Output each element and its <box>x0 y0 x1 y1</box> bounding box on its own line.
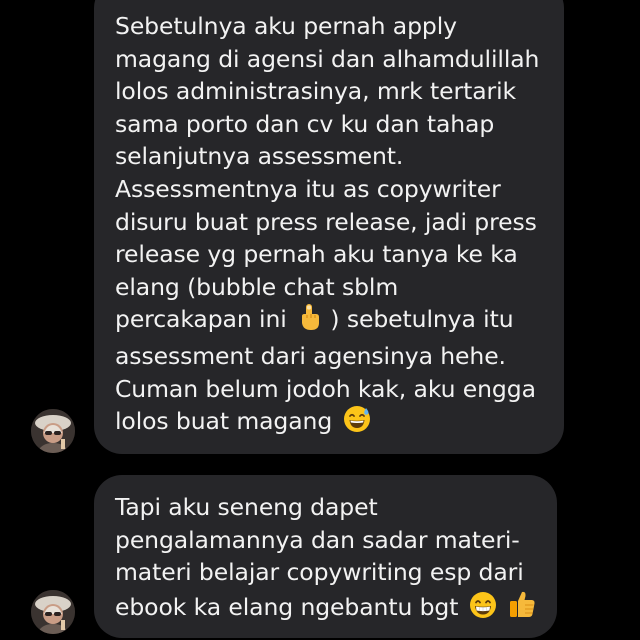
message-line: Sebetulnya aku pernah apply <box>115 12 457 40</box>
message-line: materi belajar copywriting esp dari <box>115 558 524 587</box>
pointing-up-hand-emoji <box>297 303 323 340</box>
chat-thread: Sebetulnya aku pernah apply magang di ag… <box>0 0 640 640</box>
message-line: selanjutnya assessment. <box>115 142 404 171</box>
message-line: Cuman belum jodoh kak, aku engga <box>115 374 536 403</box>
message-text: percakapan ini <box>115 305 287 334</box>
thumbs-up-emoji <box>507 589 537 628</box>
message-text: ebook ka elang ngebantu bgt <box>115 592 459 621</box>
avatar[interactable] <box>31 590 75 634</box>
beaming-grin-emoji <box>469 591 497 628</box>
message-line: disuru buat press release, jadi press <box>115 207 537 236</box>
grinning-sweat-emoji <box>343 405 371 442</box>
message-line: ebook ka elang ngebantu bgt <box>115 589 539 628</box>
message-line: pengalamannya dan sadar materi- <box>115 525 520 554</box>
message-line: lolos administrasinya, mrk tertarik <box>115 77 517 106</box>
message-line: Tapi aku seneng dapet <box>115 493 378 521</box>
message-line: magang di agensi dan alhamdulillah <box>115 44 540 73</box>
message-bubble[interactable]: Sebetulnya aku pernah apply magang di ag… <box>94 0 564 454</box>
message-line: percakapan ini ) sebetulnya itu <box>115 303 546 340</box>
message-line: elang (bubble chat sblm <box>115 272 399 301</box>
message-text: lolos buat magang <box>115 407 333 436</box>
message-text: ) sebetulnya itu <box>330 305 514 334</box>
message-line: assessment dari agensinya hehe. <box>115 341 506 370</box>
message-line: lolos buat magang <box>115 405 546 442</box>
message-bubble[interactable]: Tapi aku seneng dapet pengalamannya dan … <box>94 475 557 638</box>
message-line: sama porto dan cv ku dan tahap <box>115 109 495 138</box>
avatar[interactable] <box>31 409 75 453</box>
message-line: Assessmentnya itu as copywriter <box>115 174 501 203</box>
message-line: release yg pernah aku tanya ke ka <box>115 240 518 269</box>
